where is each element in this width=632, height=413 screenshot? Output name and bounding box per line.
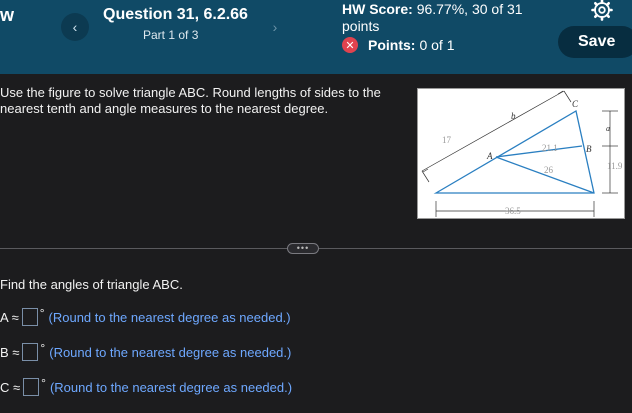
value-17: 17 <box>442 135 452 145</box>
label-b: b <box>511 111 516 121</box>
answer-row-c: C ≈ ° (Round to the nearest degree as ne… <box>0 376 292 398</box>
problem-prompt: Use the figure to solve triangle ABC. Ro… <box>0 85 381 116</box>
brand-logo: w <box>0 5 15 25</box>
save-button[interactable]: Save <box>558 26 632 58</box>
question-part: Part 1 of 3 <box>143 28 199 42</box>
value-21-1: 21.1 <box>542 143 558 153</box>
answer-row-a: A ≈ ° (Round to the nearest degree as ne… <box>0 306 291 328</box>
instruction-text: Find the angles of triangle ABC. <box>0 277 183 292</box>
hw-score-label: HW Score: <box>342 1 413 17</box>
degree-symbol: ° <box>40 341 46 355</box>
degree-symbol: ° <box>39 306 45 320</box>
answer-label-c: C ≈ <box>0 379 21 395</box>
triangle-figure: b C a A B 17 21.1 26 11.9 36.5 <box>417 88 625 219</box>
hint-a: (Round to the nearest degree as needed.) <box>48 309 291 325</box>
next-question-button[interactable]: › <box>261 13 289 41</box>
question-title: Question 31, 6.2.66 <box>103 6 248 23</box>
label-a: a <box>606 124 610 133</box>
points-label: Points: <box>368 37 416 53</box>
answer-label-a: A ≈ <box>0 309 19 325</box>
value-26: 26 <box>544 165 554 175</box>
points-status: ✕ Points: 0 of 1 <box>342 37 454 53</box>
hint-b: (Round to the nearest degree as needed.) <box>49 344 292 360</box>
settings-gear-icon[interactable] <box>590 0 614 22</box>
hw-score: HW Score: 96.77%, 30 of 31 points <box>342 1 542 35</box>
angle-a-input[interactable] <box>21 308 38 326</box>
value-36-5: 36.5 <box>505 206 521 216</box>
angle-b-input[interactable] <box>22 343 39 361</box>
angle-c-input[interactable] <box>23 378 40 396</box>
hint-c: (Round to the nearest degree as needed.) <box>49 379 293 395</box>
label-c: C <box>572 99 579 109</box>
degree-symbol: ° <box>41 376 46 390</box>
header-bar: w ‹ Question 31, 6.2.66 Part 1 of 3 › HW… <box>0 0 632 74</box>
answer-row-b: B ≈ ° (Round to the nearest degree as ne… <box>0 341 291 363</box>
previous-question-button[interactable]: ‹ <box>61 13 89 41</box>
triangle-diagram: b C a A B 17 21.1 26 11.9 36.5 <box>421 90 623 217</box>
answer-label-b: B ≈ <box>0 344 20 360</box>
resize-handle[interactable]: ••• <box>287 243 319 254</box>
incorrect-icon: ✕ <box>342 37 358 53</box>
value-11-9: 11.9 <box>607 161 623 171</box>
label-vertex-b: B <box>586 144 592 154</box>
points-value: 0 of 1 <box>419 37 455 53</box>
label-vertex-a: A <box>486 151 493 161</box>
